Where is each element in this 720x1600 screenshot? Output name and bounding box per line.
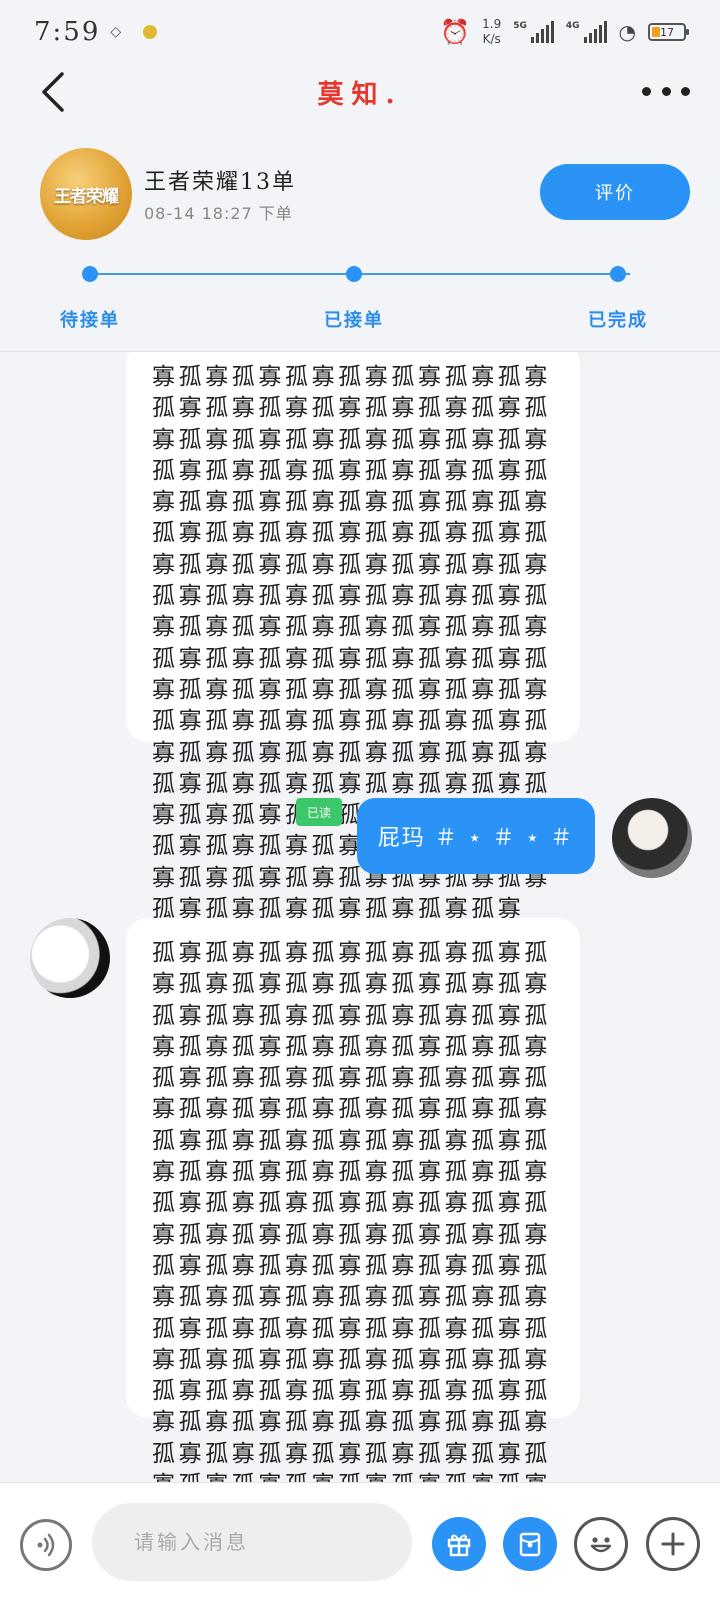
- order-time: 08-14 18:27 下单: [144, 204, 293, 223]
- order-card: 王者荣耀 王者荣耀13单 08-14 18:27 下单 评价 待接单 已接单 已…: [0, 130, 720, 352]
- voice-icon: [37, 1533, 55, 1557]
- emoji-button[interactable]: [574, 1517, 628, 1571]
- network-speed-unit: K/s: [482, 32, 501, 46]
- app-notification-icon: [143, 25, 158, 39]
- message-input[interactable]: [92, 1503, 412, 1581]
- contact-avatar[interactable]: [30, 918, 110, 998]
- status-time: 7:59: [34, 17, 101, 47]
- status-bar: 7:59 ◇ ⏰ 1.9 K/s 5G 4G ◔ 17: [0, 0, 720, 64]
- network-speed: 1.9 K/s: [482, 17, 501, 47]
- speedometer-icon: ◔: [618, 20, 636, 44]
- order-title: 王者荣耀13单: [144, 170, 296, 195]
- red-packet-button[interactable]: [503, 1517, 557, 1571]
- step-dot-accepted: [346, 266, 362, 282]
- red-packet-icon: [519, 1532, 541, 1557]
- gift-icon: [447, 1534, 471, 1557]
- signal-4g-icon: 4G: [566, 21, 607, 43]
- more-button[interactable]: [642, 76, 690, 106]
- rate-button[interactable]: 评价: [540, 164, 690, 220]
- chevron-left-icon: [42, 72, 64, 112]
- chat-messages[interactable]: 寡孤寡孤寡孤寡孤寡孤寡孤寡孤寡孤寡孤寡孤寡孤寡孤寡孤寡孤寡孤寡孤寡孤寡孤寡孤寡孤…: [0, 352, 720, 1482]
- more-dots-icon: [642, 86, 651, 96]
- game-logo-text: 王者荣耀: [54, 186, 119, 207]
- network-speed-value: 1.9: [482, 17, 502, 31]
- message-text: 屁玛 ＃ ⋆ ＃ ⋆ ＃: [377, 826, 575, 851]
- chat-title: 莫知.: [317, 79, 403, 110]
- step-dot-completed: [610, 266, 626, 282]
- message-bubble-outgoing[interactable]: 屁玛 ＃ ⋆ ＃ ⋆ ＃: [357, 798, 595, 874]
- signal-5g-label: 5G: [513, 21, 527, 31]
- step-label-pending: 待接单: [60, 310, 120, 331]
- plus-button[interactable]: [646, 1517, 700, 1571]
- gift-button[interactable]: [432, 1517, 486, 1571]
- signal-4g-label: 4G: [565, 21, 580, 31]
- read-badge: 已读: [296, 798, 342, 826]
- message-text: 孤寡孤寡孤寡孤寡孤寡孤寡孤寡孤寡孤寡孤寡孤寡孤寡孤寡孤寡孤寡孤寡孤寡孤寡孤寡孤寡…: [152, 940, 551, 1482]
- input-bar: [0, 1482, 720, 1600]
- game-logo: 王者荣耀: [40, 148, 132, 240]
- step-dot-pending: [82, 266, 98, 282]
- message-bubble-incoming[interactable]: 孤寡孤寡孤寡孤寡孤寡孤寡孤寡孤寡孤寡孤寡孤寡孤寡孤寡孤寡孤寡孤寡孤寡孤寡孤寡孤寡…: [126, 918, 580, 1482]
- step-label-completed: 已完成: [588, 310, 648, 331]
- alarm-icon: ⏰: [440, 18, 471, 46]
- message-bubble-incoming[interactable]: 寡孤寡孤寡孤寡孤寡孤寡孤寡孤寡孤寡孤寡孤寡孤寡孤寡孤寡孤寡孤寡孤寡孤寡孤寡孤寡孤…: [126, 352, 580, 922]
- step-label-accepted: 已接单: [324, 310, 384, 331]
- voice-button[interactable]: [20, 1519, 72, 1571]
- status-indicators: ⏰ 1.9 K/s 5G 4G ◔ 17: [440, 17, 689, 47]
- back-button[interactable]: [36, 70, 76, 114]
- vpn-shield-icon: ◇: [110, 24, 122, 40]
- my-avatar[interactable]: [612, 798, 692, 878]
- plus-icon: [661, 1532, 685, 1556]
- signal-5g-icon: 5G: [513, 21, 554, 43]
- nav-bar: 莫知.: [0, 64, 720, 120]
- battery-icon: 17: [648, 23, 689, 41]
- emoji-icon: [590, 1537, 612, 1553]
- battery-level: 17: [660, 25, 674, 39]
